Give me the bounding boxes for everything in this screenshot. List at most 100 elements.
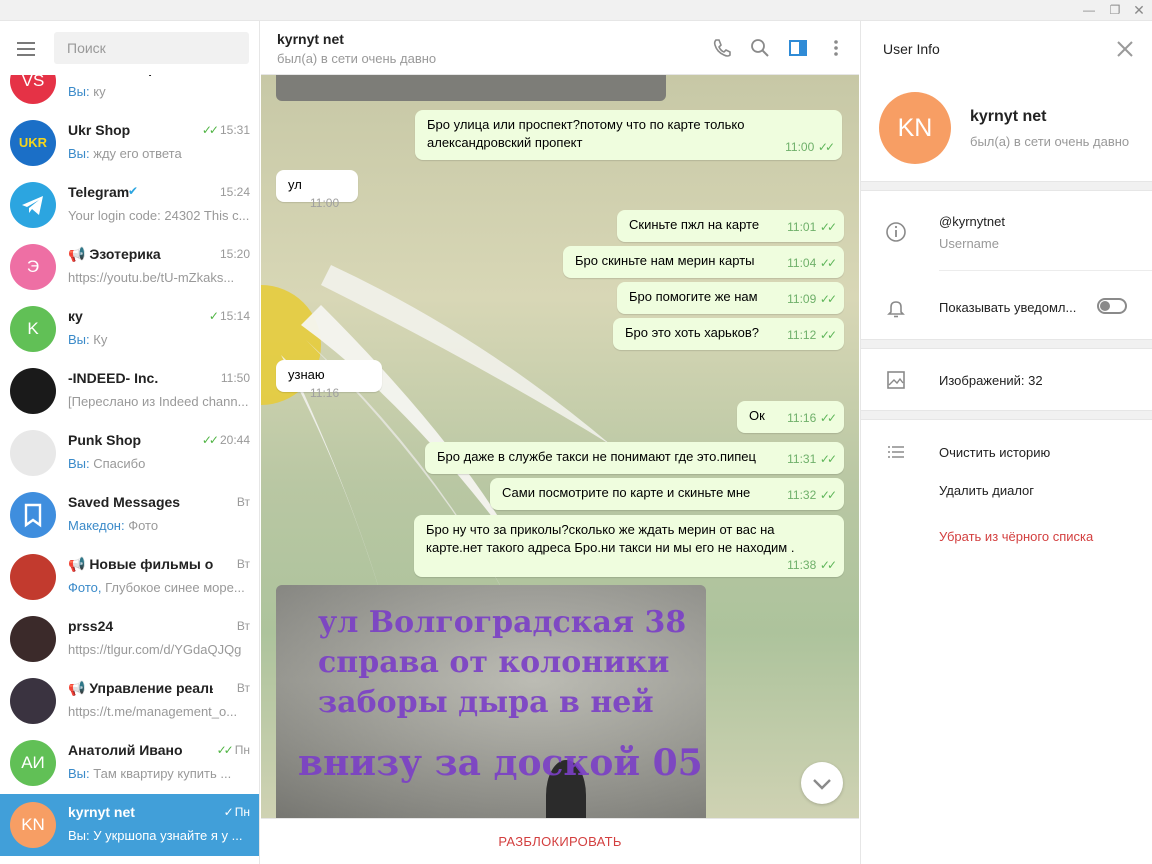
message-outgoing[interactable]: Сами посмотрите по карте и скиньте мне 1…: [490, 478, 844, 510]
read-check-icon: ✓✓: [201, 433, 219, 447]
avatar: [10, 678, 56, 724]
message-meta: 11:38 ✓✓: [787, 556, 837, 574]
verified-icon: ✔: [128, 184, 139, 198]
chat-list-item[interactable]: Э 📢 Эзотерика 15:20 https://youtu.be/tU-mZk…: [0, 236, 259, 298]
notifications-toggle[interactable]: [1097, 298, 1127, 314]
phone-icon[interactable]: [711, 37, 733, 59]
chat-time: ✓✓ Пн: [217, 743, 250, 757]
message-outgoing[interactable]: Бро это хоть харьков? 11:12 ✓✓: [613, 318, 844, 350]
close-window-icon[interactable]: ✕: [1126, 0, 1152, 21]
message-time: 11:00: [785, 140, 815, 154]
sidebar-toggle-icon[interactable]: [787, 37, 809, 59]
chat-preview: Фото, Глубокое синее море...: [68, 580, 250, 595]
notifications-label[interactable]: Показывать уведомл...: [939, 300, 1076, 315]
preview-prefix: Вы:: [68, 456, 90, 471]
telegram-plane-icon: [22, 196, 43, 215]
preview-prefix: Вы:: [68, 84, 90, 99]
user-avatar[interactable]: KN: [879, 92, 951, 164]
photo-caption-line: справа от колоники: [318, 645, 670, 680]
chat-header: kyrnyt net был(а) в сети очень давно: [261, 21, 859, 75]
message-text: Бро ну что за приколы?сколько же ждать м…: [426, 522, 795, 555]
chat-title[interactable]: kyrnyt net: [277, 31, 344, 47]
more-icon[interactable]: [825, 37, 847, 59]
preview-text: https://tlgur.com/d/YGdaQJQg: [68, 642, 242, 657]
chat-list-item[interactable]: Telegram ✔ 15:24 Your login code: 24302 Th…: [0, 174, 259, 236]
message-outgoing[interactable]: Бро скиньте нам мерин карты 11:04 ✓✓: [563, 246, 844, 278]
preview-prefix: Вы:: [68, 332, 90, 347]
preview-text: Спасибо: [89, 456, 146, 471]
maximize-icon[interactable]: ❐: [1102, 0, 1128, 21]
chat-name: -INDEED- Inc.: [68, 370, 159, 386]
preview-text: Глубокое синее море...: [101, 580, 245, 595]
close-icon[interactable]: [1113, 37, 1137, 61]
preview-prefix: Вы:: [68, 146, 90, 161]
message-time: 11:16: [787, 411, 817, 425]
chat-preview: https://tlgur.com/d/YGdaQJQg: [68, 642, 250, 657]
read-check-icon: ✓✓: [819, 328, 837, 342]
avatar: [10, 430, 56, 476]
avatar: [10, 554, 56, 600]
message-outgoing[interactable]: Скиньте пжл на карте 11:01 ✓✓: [617, 210, 844, 242]
message-text: Бро помогите же нам: [629, 289, 758, 304]
message-incoming[interactable]: ул 11:00: [276, 170, 358, 210]
message-outgoing[interactable]: Бро помогите же нам 11:09 ✓✓: [617, 282, 844, 314]
chat-status: был(а) в сети очень давно: [277, 51, 437, 66]
images-count[interactable]: Изображений: 32: [939, 373, 1043, 388]
menu-icon[interactable]: [14, 38, 40, 58]
message-outgoing[interactable]: Бро улица или проспект?потому что по кар…: [415, 110, 842, 160]
chat-time-text: Вт: [236, 495, 250, 509]
chat-list-item[interactable]: 📢 Новые фильмы он... Вт Фото, Глубокое син…: [0, 546, 259, 608]
clear-history-button[interactable]: Очистить историю: [939, 445, 1050, 460]
chat-list-item[interactable]: АИ Анатолий Ивано ✓✓ Пн Вы: Там квартиру куп…: [0, 732, 259, 794]
bookmark-icon: [24, 503, 42, 528]
chat-list-item[interactable]: UKR Ukr Shop ✓✓ 15:31 Вы: жду его ответа: [0, 112, 259, 174]
chat-time: ✓✓ 20:44: [202, 433, 250, 447]
unblock-button[interactable]: РАЗБЛОКИРОВАТЬ: [261, 819, 859, 864]
photo-caption-line: заборы дыра в ней: [318, 685, 654, 720]
username-value[interactable]: @kyrnytnet: [939, 214, 1005, 229]
chat-name: ку: [68, 308, 83, 324]
avatar: АИ: [10, 740, 56, 786]
message-text: ул: [288, 177, 302, 192]
search-icon[interactable]: [749, 37, 771, 59]
chat-list-item[interactable]: Punk Shop ✓✓ 20:44 Вы: Спасибо: [0, 422, 259, 484]
list-icon: [888, 446, 904, 458]
read-check-icon: ✓✓: [817, 140, 835, 154]
delete-dialog-button[interactable]: Удалить диалог: [939, 483, 1034, 498]
chat-list-item[interactable]: prss24 Вт https://tlgur.com/d/YGdaQJQg: [0, 608, 259, 670]
chat-time: Вт: [233, 557, 250, 571]
chat-time-text: 15:14: [219, 309, 250, 323]
message-outgoing[interactable]: Ок 11:16 ✓✓: [737, 401, 844, 433]
photo-message[interactable]: ул Волгоградская 38 справа от колоники з…: [276, 585, 706, 818]
message-meta: 11:31 ✓✓: [787, 450, 837, 468]
chat-list-item[interactable]: 📢 Управление реальн... Вт https://t.me/man…: [0, 670, 259, 732]
read-check-icon: ✓✓: [819, 411, 837, 425]
message-outgoing[interactable]: Бро ну что за приколы?сколько же ждать м…: [414, 515, 844, 577]
message-text: Бро улица или проспект?потому что по кар…: [427, 117, 745, 150]
chevron-down-icon: [813, 779, 831, 790]
remove-blacklist-button[interactable]: Убрать из чёрного списка: [939, 529, 1093, 544]
user-status: был(а) в сети очень давно: [970, 134, 1130, 149]
avatar: UKR: [10, 120, 56, 166]
chat-preview: Вы: Ку: [68, 332, 250, 347]
message-meta: 11:04 ✓✓: [787, 254, 837, 272]
chat-list-item[interactable]: KN kyrnyt net ✓ Пн Вы: У укршопа узнайте я у…: [0, 794, 259, 856]
message-outgoing[interactable]: Бро даже в службе такси не понимают где …: [425, 442, 844, 474]
read-check-icon: ✓✓: [819, 558, 837, 572]
minimize-icon[interactable]: —: [1076, 0, 1102, 21]
info-icon: [886, 222, 906, 242]
avatar: [10, 368, 56, 414]
chat-list-item[interactable]: Saved Messages Вт Македон: Фото: [0, 484, 259, 546]
message-incoming[interactable]: узнаю 11:16: [276, 360, 382, 400]
chat-name: Saved Messages: [68, 494, 181, 510]
chat-name: Telegram: [68, 184, 130, 200]
chat-preview: [Переслано из Indeed chann...: [68, 394, 250, 409]
read-check-icon: ✓✓: [216, 743, 234, 757]
scroll-down-button[interactable]: [801, 762, 843, 804]
chat-list-item[interactable]: Kку ✓ 15:14 Вы: Ку: [0, 298, 259, 360]
previous-photo[interactable]: [276, 75, 666, 101]
search-input[interactable]: Поиск: [54, 32, 249, 64]
chat-time: ✓ Пн: [224, 805, 250, 819]
chat-list-item[interactable]: -INDEED- Inc. 11:50 [Переслано из Indeed c…: [0, 360, 259, 422]
preview-text: [Переслано из Indeed chann...: [68, 394, 249, 409]
